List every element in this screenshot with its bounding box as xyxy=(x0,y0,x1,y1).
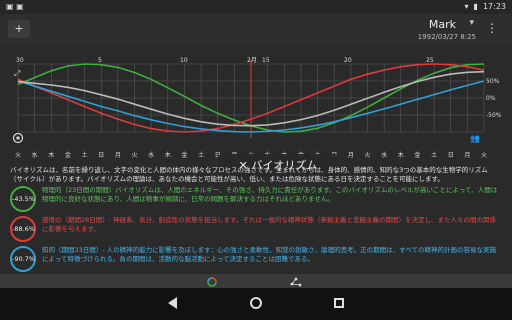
day-label: 火 xyxy=(15,152,21,159)
day-label: 火 xyxy=(481,152,487,159)
top-tick-label: 5 xyxy=(98,57,102,64)
biorhythm-rows: -43.5% 物理的（23日間の期間）バイオリズムは、人間のエネルギー、その強さ、… xyxy=(8,184,504,274)
day-label: 水 xyxy=(148,151,154,159)
biorhythm-row: -43.5% 物理的（23日間の期間）バイオリズムは、人間のエネルギー、その強さ、… xyxy=(8,184,504,214)
percentage-ring: -43.5% xyxy=(10,186,36,212)
day-label: 火 xyxy=(132,152,138,159)
target-icon[interactable] xyxy=(12,132,24,144)
day-label: 土 xyxy=(82,151,88,159)
day-label: 水 xyxy=(32,151,38,159)
svg-text:👥: 👥 xyxy=(470,134,480,143)
day-label: 金 xyxy=(181,151,187,159)
battery-icon: ▮ xyxy=(473,2,478,11)
top-tick-label: 25 xyxy=(426,57,434,64)
biorhythm-row: -90.7% 知的（期間33日間）- 人の精神的能力に影響を及ぼします：心の強さと… xyxy=(8,244,504,274)
day-label: 月 xyxy=(464,152,470,159)
clock: 17:23 xyxy=(482,2,506,11)
day-label: 土 xyxy=(198,151,204,159)
svg-text:⤢: ⤢ xyxy=(13,69,20,78)
day-label: 火 xyxy=(365,152,371,159)
app-bar: + Mark ▾ 1992/03/27 8:25 ⋮ xyxy=(0,14,512,44)
people-icon[interactable]: 👥 xyxy=(470,134,480,143)
day-label: 日 xyxy=(448,152,454,159)
top-tick-label: 10 xyxy=(180,57,188,64)
day-label: 月 xyxy=(348,152,354,159)
day-label: 金 xyxy=(65,151,71,159)
biorhythm-row: -88.6% 感情の（期間28日間）- 神経系、気分、創造性の状態を担当します。そ… xyxy=(8,214,504,244)
day-label: 水 xyxy=(381,151,387,159)
day-label: 木 xyxy=(398,151,404,159)
y-axis-label: 50% xyxy=(486,78,500,85)
intro-paragraph: バイオリズムは、名前を繰り返し、文字の変化と人間の体内の様々なプロセスの強さです… xyxy=(10,166,488,183)
month-label: 2月 xyxy=(247,57,257,64)
expand-icon[interactable]: ⤢ xyxy=(13,69,20,78)
day-label: 木 xyxy=(165,151,171,159)
day-label: 日 xyxy=(98,152,104,159)
toolbar-svg xyxy=(207,277,302,287)
chart-svg: 火水木金土日月火水木金土日月火水木金土日月火水木金土日月火30510152025… xyxy=(12,57,502,159)
top-tick-label: 15 xyxy=(262,57,270,64)
profile-dropdown-icon[interactable]: ▾ xyxy=(469,18,474,28)
app-logo-icon[interactable] xyxy=(207,277,217,287)
row-description: 知的（期間33日間）- 人の精神的能力に影響を及ぼします：心の強さと柔軟性、知覚… xyxy=(42,246,496,263)
day-label: 木 xyxy=(48,151,54,159)
day-label: 月 xyxy=(115,152,121,159)
day-label: 金 xyxy=(414,151,420,159)
y-axis-label: -50% xyxy=(486,112,502,119)
home-icon[interactable] xyxy=(250,297,262,309)
recent-apps-icon[interactable] xyxy=(334,298,344,308)
percentage-ring: -90.7% xyxy=(10,246,36,272)
system-navigation-bar xyxy=(0,288,512,320)
status-right: ▾ ▮ 17:23 xyxy=(465,2,506,11)
row-description: 感情の（期間28日間）- 神経系、気分、創造性の状態を担当します。それは一般的な… xyxy=(42,216,497,233)
biorhythm-chart[interactable]: 火水木金土日月火水木金土日月火水木金土日月火水木金土日月火30510152025… xyxy=(8,56,504,178)
share-icon[interactable] xyxy=(290,277,302,287)
notification-icons: ▣ ▣ xyxy=(6,2,24,11)
y-axis-label: 0% xyxy=(486,95,496,102)
status-bar: ▣ ▣ ▾ ▮ 17:23 xyxy=(0,0,512,14)
profile-name[interactable]: Mark xyxy=(429,18,456,31)
back-icon[interactable] xyxy=(168,297,177,309)
percentage-ring: -88.6% xyxy=(10,216,36,242)
day-label: 土 xyxy=(431,151,437,159)
bottom-toolbar xyxy=(0,274,512,288)
row-description: 物理的（23日間の期間）バイオリズムは、人間のエネルギー、その強さ、持久力に責任… xyxy=(42,186,498,203)
more-options-button[interactable]: ⋮ xyxy=(486,22,498,34)
profile-birthdate: 1992/03/27 8:25 xyxy=(417,33,476,41)
wifi-icon: ▾ xyxy=(464,2,469,11)
top-tick-label: 20 xyxy=(344,57,352,64)
add-button[interactable]: + xyxy=(8,20,30,38)
description-panel: バイオリズムは、名前を繰り返し、文字の変化と人間の体内の様々なプロセスの強さです… xyxy=(8,166,504,274)
top-tick-label: 30 xyxy=(16,57,24,64)
